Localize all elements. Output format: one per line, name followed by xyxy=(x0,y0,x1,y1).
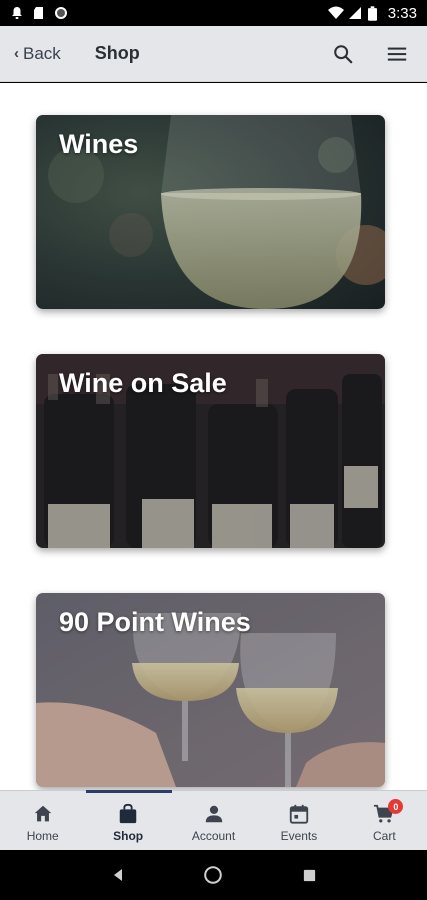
nav-label: Events xyxy=(280,829,318,843)
triangle-back-icon xyxy=(113,869,122,881)
system-recents-button[interactable] xyxy=(297,863,321,887)
system-nav-bar xyxy=(0,850,427,900)
circle-icon xyxy=(54,6,68,20)
search-icon xyxy=(334,44,353,63)
category-card-90-point-wines[interactable]: 90 Point Wines xyxy=(36,593,385,787)
category-card-wines[interactable]: Wines xyxy=(36,115,385,309)
status-time: 3:33 xyxy=(387,4,417,22)
shopping-bag-icon xyxy=(117,803,139,825)
bottom-nav: Home Shop Account Events 0 Cart xyxy=(0,790,427,850)
menu-button[interactable] xyxy=(385,42,409,66)
page-title: Shop xyxy=(94,43,140,63)
chevron-left-icon: ‹ xyxy=(14,45,19,62)
calendar-icon xyxy=(288,803,310,825)
home-icon xyxy=(32,803,54,825)
nav-label: Home xyxy=(26,829,59,843)
signal-icon xyxy=(348,6,362,20)
system-back-button[interactable] xyxy=(106,863,130,887)
person-icon xyxy=(203,803,225,825)
card-title: Wines xyxy=(59,129,139,159)
search-button[interactable] xyxy=(331,42,355,66)
nav-cart[interactable]: 0 Cart xyxy=(342,791,427,850)
app-bar: ‹ Back Shop xyxy=(0,26,427,82)
nav-label: Shop xyxy=(113,829,144,843)
category-card-wine-on-sale[interactable]: Wine on Sale xyxy=(36,354,385,548)
nav-shop[interactable]: Shop xyxy=(85,791,170,850)
circle-home-icon xyxy=(204,866,223,884)
nav-label: Cart xyxy=(372,829,396,843)
sd-card-icon xyxy=(32,6,46,20)
notification-bell-icon xyxy=(10,6,24,20)
card-title: Wine on Sale xyxy=(59,368,227,398)
back-button[interactable]: ‹ Back xyxy=(14,44,61,64)
wifi-icon xyxy=(327,6,344,20)
battery-icon xyxy=(367,6,382,21)
back-label: Back xyxy=(23,43,61,63)
nav-events[interactable]: Events xyxy=(256,791,341,850)
shop-content: Wines Wine on Sale 90 Point Wines xyxy=(0,83,427,790)
nav-home[interactable]: Home xyxy=(0,791,85,850)
system-home-button[interactable] xyxy=(201,863,225,887)
cart-count-badge: 0 xyxy=(388,799,404,814)
status-bar: 3:33 xyxy=(0,0,427,26)
nav-label: Account xyxy=(191,829,236,843)
nav-account[interactable]: Account xyxy=(171,791,256,850)
menu-icon xyxy=(387,47,407,61)
card-title: 90 Point Wines xyxy=(59,607,251,637)
square-recents-icon xyxy=(303,869,315,881)
